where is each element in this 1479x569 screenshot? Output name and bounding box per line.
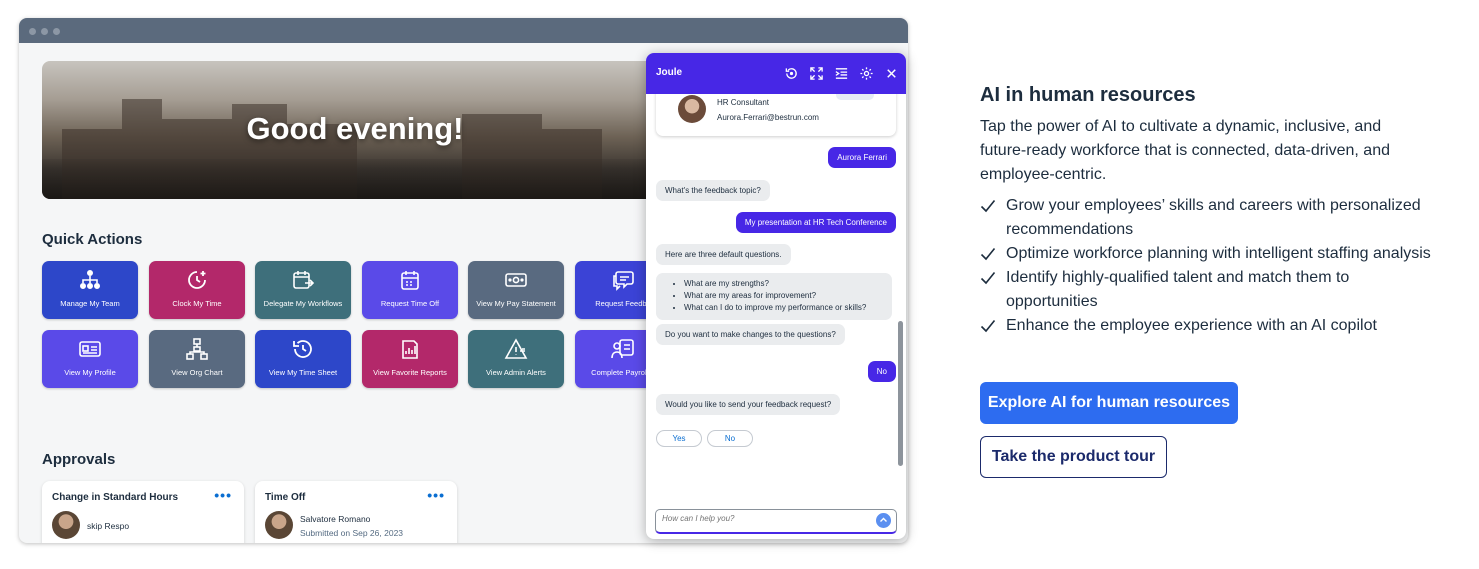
list-item-text: Identify highly-qualified talent and mat…: [1006, 269, 1350, 310]
approvals-title: Approvals: [42, 451, 116, 468]
joule-title: Joule: [656, 67, 683, 78]
history-icon: [293, 340, 312, 358]
avatar: [52, 511, 80, 539]
check-icon: [980, 271, 996, 285]
calendar-icon: [293, 271, 315, 289]
list-item: Optimize workforce planning with intelli…: [980, 242, 1440, 266]
window-dot: [41, 28, 48, 35]
chat-scrollbar[interactable]: [898, 321, 903, 466]
tile-label: Clock My Time: [172, 299, 222, 308]
quick-actions-title: Quick Actions: [42, 231, 143, 248]
bot-message: What's the feedback topic?: [656, 180, 770, 201]
bot-message: Here are three default questions.: [656, 244, 791, 265]
org-chart-icon: [186, 338, 208, 360]
avatar: [678, 95, 706, 123]
list-item-text: Enhance the employee experience with an …: [1006, 317, 1377, 334]
org-chart-icon: [79, 269, 100, 290]
no-chip[interactable]: No: [707, 430, 753, 447]
expand-icon[interactable]: [809, 66, 824, 81]
product-tour-button[interactable]: Take the product tour: [980, 436, 1167, 478]
list-item-text: Grow your employees’ skills and careers …: [1006, 197, 1421, 238]
yes-chip[interactable]: Yes: [656, 430, 702, 447]
approval-requester: Salvatore Romano: [300, 514, 371, 524]
approval-requester: skip Respo: [87, 521, 130, 531]
tile-label: Manage My Team: [60, 299, 120, 308]
more-options-icon[interactable]: •••: [214, 487, 232, 503]
user-message: Aurora Ferrari: [828, 147, 896, 168]
approval-card-title: Change in Standard Hours: [52, 492, 179, 503]
browser-titlebar: [19, 18, 908, 43]
questions-list: What are my strengths? What are my areas…: [656, 273, 892, 320]
tile-label: Delegate My Workflows: [263, 299, 343, 308]
benefits-list: Grow your employees’ skills and careers …: [980, 194, 1440, 338]
chat-icon: [613, 271, 634, 291]
joule-header: Joule: [646, 53, 906, 94]
avatar: [265, 511, 293, 539]
greeting-title: Good evening!: [246, 111, 464, 146]
section-intro: Tap the power of AI to cultivate a dynam…: [980, 118, 1390, 183]
tile-label: Request Time Off: [380, 299, 440, 308]
refresh-icon[interactable]: [784, 66, 799, 81]
explore-ai-button[interactable]: Explore AI for human resources: [980, 382, 1238, 424]
tile-label: View Favorite Reports: [373, 368, 447, 377]
check-icon: [980, 247, 996, 261]
contact-role: HR Consultant: [717, 98, 770, 107]
tile-delegate-my-workflows[interactable]: Delegate My Workflows: [255, 261, 351, 319]
tile-label: View Org Chart: [171, 368, 223, 377]
list-item: Grow your employees’ skills and careers …: [980, 194, 1440, 242]
question-item: What are my strengths?: [684, 278, 892, 290]
user-message: My presentation at HR Tech Conference: [735, 212, 896, 233]
tile-manage-my-team[interactable]: Manage My Team: [42, 261, 138, 319]
money-icon: [505, 273, 527, 287]
question-item: What are my areas for improvement?: [684, 290, 892, 302]
section-heading: AI in human resources: [980, 84, 1196, 106]
payroll-icon: [611, 339, 634, 359]
clock-icon: [188, 271, 206, 289]
alert-icon: [504, 338, 528, 359]
question-item: What can I do to improve my performance …: [684, 302, 892, 314]
check-icon: [980, 199, 996, 213]
more-options-icon[interactable]: •••: [427, 487, 445, 503]
list-item: Enhance the employee experience with an …: [980, 314, 1440, 338]
tile-label: View My Profile: [64, 368, 116, 377]
window-dot: [53, 28, 60, 35]
report-icon: [402, 340, 418, 359]
approval-card[interactable]: Change in Standard Hours ••• skip Respo: [42, 481, 244, 543]
list-item: Identify highly-qualified talent and mat…: [980, 266, 1440, 314]
chat-input-box: [655, 509, 897, 534]
tile-view-org-chart[interactable]: View Org Chart: [149, 330, 245, 388]
calendar-icon: [401, 271, 419, 290]
bot-message: Would you like to send your feedback req…: [656, 394, 841, 415]
approval-submitted-date: Submitted on Sep 26, 2023: [300, 528, 404, 538]
send-button[interactable]: [876, 513, 891, 528]
tile-view-my-time-sheet[interactable]: View My Time Sheet: [255, 330, 351, 388]
tile-label: View My Time Sheet: [268, 368, 338, 377]
tile-label: View Admin Alerts: [486, 368, 546, 377]
check-icon: [980, 319, 996, 333]
tile-clock-my-time[interactable]: Clock My Time: [149, 261, 245, 319]
close-icon[interactable]: [884, 66, 899, 81]
approval-card[interactable]: Time Off ••• Salvatore Romano Submitted …: [255, 481, 457, 543]
chat-input[interactable]: [662, 514, 862, 523]
tile-view-my-profile[interactable]: View My Profile: [42, 330, 138, 388]
contact-email: Aurora.Ferrari@bestrun.com: [717, 113, 819, 122]
profile-card-icon: [79, 341, 101, 357]
user-message: No: [867, 361, 896, 382]
tile-view-my-pay-statement[interactable]: View My Pay Statement: [468, 261, 564, 319]
window-dot: [29, 28, 36, 35]
gear-icon[interactable]: [859, 66, 874, 81]
tile-view-favorite-reports[interactable]: View Favorite Reports: [362, 330, 458, 388]
list-item-text: Optimize workforce planning with intelli…: [1006, 245, 1431, 262]
hero-banner: Good evening!: [42, 61, 668, 199]
tile-request-time-off[interactable]: Request Time Off: [362, 261, 458, 319]
joule-chat-panel: HR Consultant Aurora.Ferrari@bestrun.com…: [646, 53, 906, 539]
tile-label: View My Pay Statement: [476, 299, 556, 308]
approval-card-title: Time Off: [265, 492, 306, 503]
tile-view-admin-alerts[interactable]: View Admin Alerts: [468, 330, 564, 388]
bot-message: Do you want to make changes to the quest…: [656, 324, 845, 345]
collapse-icon[interactable]: [834, 66, 849, 81]
send-icon: [880, 517, 887, 522]
